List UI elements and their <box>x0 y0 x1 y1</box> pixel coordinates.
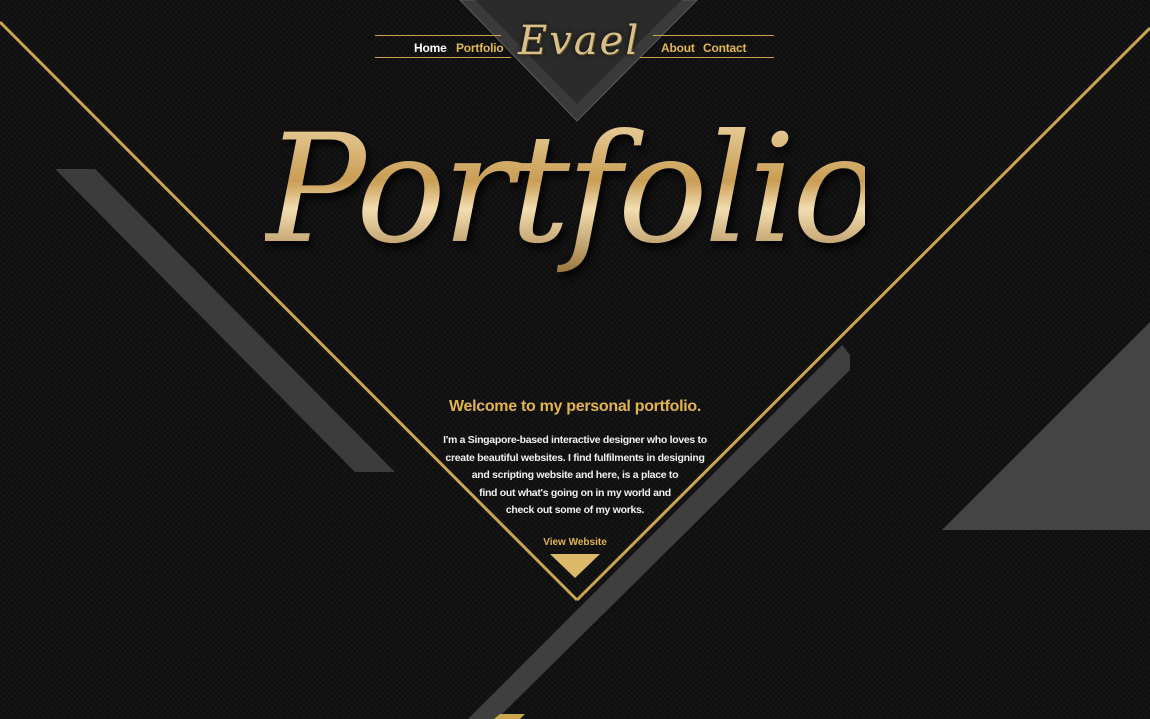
nav-contact-link[interactable]: Contact <box>703 41 746 55</box>
nav-portfolio-link[interactable]: Portfolio <box>456 41 504 55</box>
welcome-heading: Welcome to my personal portfolio. <box>448 398 702 415</box>
view-website-link[interactable]: View Website <box>530 537 620 548</box>
nav-about-link[interactable]: About <box>661 41 695 55</box>
nav-home-link[interactable]: Home <box>414 41 447 55</box>
intro-paragraph: I'm a Singapore-based interactive design… <box>440 432 710 520</box>
hero-title: Portfolio <box>265 95 882 285</box>
site-logo[interactable]: Evael <box>518 18 638 64</box>
intro-line: find out what's going on in my world and <box>479 486 671 499</box>
nav-line-right-top <box>653 35 774 36</box>
intro-line: create beautiful websites. I find fulfil… <box>445 451 705 464</box>
view-website-arrow-icon[interactable] <box>550 554 600 578</box>
nav-line-right-bottom <box>640 57 774 58</box>
intro-line: I'm a Singapore-based interactive design… <box>443 434 707 446</box>
intro-line: check out some of my works. <box>505 504 645 517</box>
right-gray-panel <box>942 322 1150 530</box>
intro-line: and scripting website and here, is a pla… <box>471 469 679 482</box>
nav-line-left-bottom <box>375 57 511 58</box>
nav-line-left-top <box>375 35 501 36</box>
